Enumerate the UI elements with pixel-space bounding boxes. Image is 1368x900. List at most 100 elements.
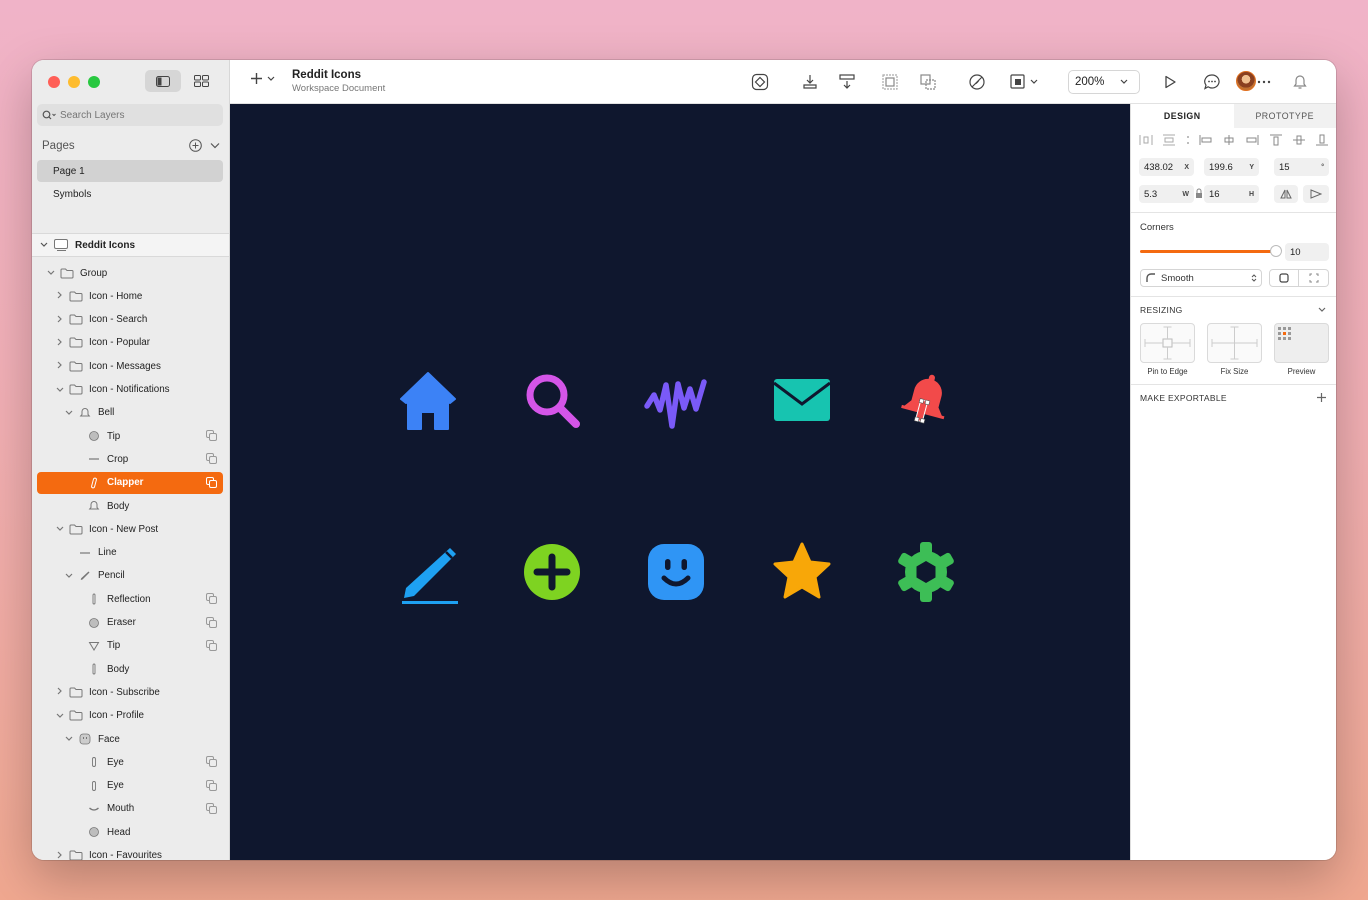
layer-row[interactable]: Line	[37, 542, 223, 564]
corner-radius-slider-handle[interactable]	[1270, 245, 1282, 257]
search-icon[interactable]	[520, 368, 584, 432]
more-collaborators-button[interactable]	[1256, 72, 1272, 92]
tab-design[interactable]: DESIGN	[1131, 104, 1234, 128]
chevron-down-icon[interactable]	[63, 734, 75, 744]
rotation-field[interactable]: 15 °	[1274, 158, 1329, 176]
layer-row[interactable]: Head	[37, 821, 223, 843]
notifications-icon[interactable]	[894, 368, 958, 432]
layer-row[interactable]: Crop	[37, 448, 223, 470]
chevron-right-icon[interactable]	[54, 315, 66, 325]
layer-row[interactable]: Icon - Popular	[37, 332, 223, 354]
close-window-button[interactable]	[48, 76, 60, 88]
x-field[interactable]: 438.02 X	[1139, 158, 1194, 176]
user-avatar[interactable]	[1236, 71, 1256, 91]
layer-row[interactable]: Icon - Subscribe	[37, 681, 223, 703]
notifications-button[interactable]	[1290, 72, 1310, 92]
layer-row[interactable]: Body	[37, 658, 223, 680]
fix-size-control[interactable]	[1207, 323, 1262, 363]
layer-row[interactable]: Eraser	[37, 612, 223, 634]
chevron-right-icon[interactable]	[54, 361, 66, 371]
height-field[interactable]: 16 H	[1204, 185, 1259, 203]
align-top-icon[interactable]	[1269, 134, 1283, 146]
tab-prototype[interactable]: PROTOTYPE	[1233, 104, 1336, 128]
layer-row[interactable]: Icon - Notifications	[37, 379, 223, 401]
zoom-window-button[interactable]	[88, 76, 100, 88]
chevron-down-icon[interactable]	[54, 524, 66, 534]
pin-to-edge-control[interactable]	[1140, 323, 1195, 363]
preview-play-button[interactable]	[1160, 72, 1180, 92]
layer-row[interactable]: Tip	[37, 425, 223, 447]
chevron-down-icon[interactable]	[1318, 307, 1326, 313]
chevron-down-icon[interactable]	[45, 268, 57, 278]
new-post-icon[interactable]	[396, 540, 460, 604]
layer-row[interactable]: Reflection	[37, 588, 223, 610]
messages-icon[interactable]	[770, 368, 834, 432]
layer-row[interactable]: Group	[37, 262, 223, 284]
layer-row[interactable]: Icon - Messages	[37, 355, 223, 377]
chevron-right-icon[interactable]	[54, 687, 66, 697]
search-input[interactable]	[60, 109, 210, 121]
corner-style-select[interactable]: Smooth	[1140, 269, 1262, 287]
flip-vertical-button[interactable]	[1303, 185, 1329, 203]
layer-row[interactable]: Bell	[37, 402, 223, 424]
minimize-window-button[interactable]	[68, 76, 80, 88]
sidebar-toggle-button[interactable]	[145, 70, 181, 92]
chevron-down-icon[interactable]	[63, 571, 75, 581]
edit-path-button[interactable]	[967, 72, 987, 92]
layer-row[interactable]: Icon - Home	[37, 285, 223, 307]
lock-icon[interactable]	[1195, 188, 1203, 199]
mask-button[interactable]	[880, 72, 900, 92]
add-page-icon[interactable]	[189, 139, 202, 152]
chevron-right-icon[interactable]	[54, 851, 66, 861]
align-left-icon[interactable]	[1199, 134, 1213, 146]
corner-radius-slider[interactable]	[1140, 250, 1276, 253]
width-field[interactable]: 5.3 W	[1139, 185, 1194, 203]
corner-radius-field[interactable]: 10	[1285, 243, 1329, 261]
distribute-horizontal-icon[interactable]	[1139, 134, 1153, 146]
layer-row[interactable]: Body	[37, 495, 223, 517]
chevron-down-icon[interactable]	[54, 385, 66, 395]
layer-row[interactable]: Mouth	[37, 798, 223, 820]
align-right-icon[interactable]	[1245, 134, 1259, 146]
layer-row[interactable]: Icon - Search	[37, 309, 223, 331]
align-center-icon[interactable]	[1222, 134, 1236, 146]
layer-search[interactable]	[37, 104, 223, 126]
chevron-right-icon[interactable]	[54, 291, 66, 301]
favourites-icon[interactable]	[770, 540, 834, 604]
profile-icon[interactable]	[644, 540, 708, 604]
insert-button[interactable]	[250, 72, 275, 85]
layer-row[interactable]: Icon - New Post	[37, 518, 223, 540]
settings-icon[interactable]	[894, 540, 958, 604]
layer-row[interactable]: Clapper	[37, 471, 223, 494]
layer-row[interactable]: Icon - Favourites	[37, 845, 223, 861]
align-middle-icon[interactable]	[1292, 134, 1306, 146]
more-dots-icon[interactable]	[1186, 134, 1190, 146]
page-item-symbols[interactable]: Symbols	[37, 183, 223, 205]
create-symbol-button[interactable]	[750, 72, 770, 92]
layer-row[interactable]: Eye	[37, 775, 223, 797]
corner-radius-button[interactable]	[1269, 269, 1299, 287]
boolean-ops-button[interactable]	[1008, 72, 1042, 92]
comments-button[interactable]	[1202, 72, 1222, 92]
layer-row[interactable]: Icon - Profile	[37, 705, 223, 727]
flip-horizontal-button[interactable]	[1274, 185, 1298, 203]
align-bottom-icon[interactable]	[1315, 134, 1329, 146]
flatten-button[interactable]	[800, 72, 820, 92]
layer-row[interactable]: Tip	[37, 635, 223, 657]
arrange-button[interactable]	[837, 72, 857, 92]
y-field[interactable]: 199.6 Y	[1204, 158, 1259, 176]
layer-row[interactable]: Face	[37, 728, 223, 750]
add-export-icon[interactable]	[1316, 392, 1327, 403]
components-view-button[interactable]	[190, 70, 212, 92]
chevron-down-icon[interactable]	[54, 711, 66, 721]
scale-button[interactable]	[918, 72, 938, 92]
subscribe-icon[interactable]	[520, 540, 584, 604]
page-item-page-1[interactable]: Page 1	[37, 160, 223, 182]
collapse-pages-icon[interactable]	[210, 142, 220, 149]
layer-row[interactable]: Eye	[37, 751, 223, 773]
zoom-select[interactable]: 200%	[1068, 70, 1140, 94]
popular-icon[interactable]	[644, 368, 708, 432]
layer-row[interactable]: Pencil	[37, 565, 223, 587]
distribute-vertical-icon[interactable]	[1162, 134, 1176, 146]
layer-root-reddit-icons[interactable]: Reddit Icons	[32, 233, 229, 257]
